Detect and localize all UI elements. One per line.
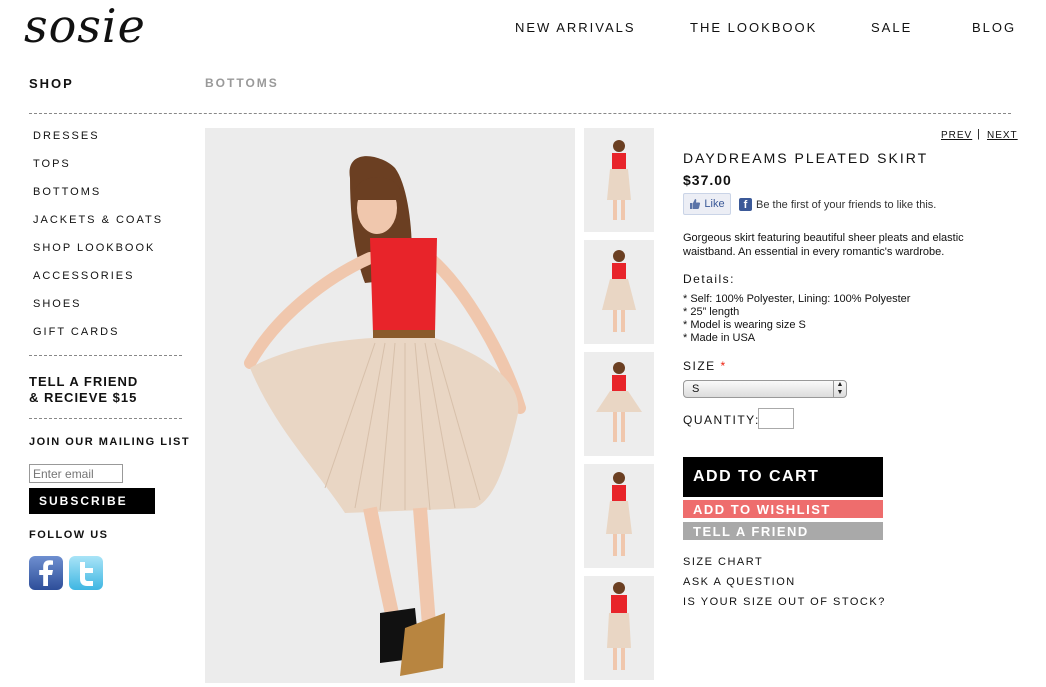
list-item: * Self: 100% Polyester, Lining: 100% Pol… <box>683 293 911 305</box>
follow-us-label: FOLLOW US <box>29 529 109 541</box>
thumbnail-image <box>584 576 654 680</box>
size-chart-link[interactable]: SIZE CHART <box>683 556 763 568</box>
model-photo <box>205 128 575 683</box>
size-label: SIZE * <box>683 359 727 373</box>
thumbnail-image <box>584 128 654 232</box>
select-arrows-icon: ▲ ▼ <box>833 381 846 397</box>
add-to-cart-button[interactable]: ADD TO CART <box>683 457 883 497</box>
nav-sale[interactable]: SALE <box>871 20 912 35</box>
list-item: * Made in USA <box>683 332 756 344</box>
list-item: * 25” length <box>683 306 740 318</box>
product-main-image[interactable] <box>205 128 575 683</box>
facebook-small-icon: f <box>739 198 752 211</box>
thumbnail-1[interactable] <box>584 128 654 232</box>
thumbnail-image <box>584 240 654 344</box>
product-title: DAYDREAMS PLEATED SKIRT <box>683 150 929 166</box>
thumbnail-3[interactable] <box>584 352 654 456</box>
breadcrumb-category: BOTTOMS <box>205 76 279 90</box>
promo-line-2: & RECIEVE $15 <box>29 390 138 405</box>
prev-next-separator: | <box>977 128 980 140</box>
product-price: $37.00 <box>683 172 732 188</box>
sidebar-item-shop-lookbook[interactable]: SHOP LOOKBOOK <box>33 242 155 254</box>
nav-blog[interactable]: BLOG <box>972 20 1016 35</box>
email-field[interactable] <box>29 464 123 483</box>
sidebar-item-dresses[interactable]: DRESSES <box>33 130 100 142</box>
thumbnail-image <box>584 464 654 568</box>
subscribe-button[interactable]: SUBSCRIBE <box>29 488 155 514</box>
next-link[interactable]: NEXT <box>987 130 1018 141</box>
sidebar-item-shoes[interactable]: SHOES <box>33 298 82 310</box>
quantity-label: QUANTITY: <box>683 413 760 427</box>
sidebar-divider <box>29 418 182 419</box>
like-label: Like <box>704 198 725 210</box>
quantity-field[interactable] <box>758 408 794 429</box>
details-heading: Details: <box>683 272 736 286</box>
sidebar-item-gift-cards[interactable]: GIFT CARDS <box>33 326 119 338</box>
brand-logo[interactable]: sosie <box>24 2 146 50</box>
thumbs-up-icon <box>690 199 701 209</box>
facebook-like-button[interactable]: Like <box>683 193 731 215</box>
promo-line-1: TELL A FRIEND <box>29 374 139 389</box>
required-mark: * <box>720 359 727 373</box>
prev-link[interactable]: PREV <box>941 130 972 141</box>
size-label-text: SIZE <box>683 359 716 373</box>
twitter-icon[interactable] <box>69 556 103 590</box>
like-social-text: Be the first of your friends to like thi… <box>756 199 937 211</box>
ask-question-link[interactable]: ASK A QUESTION <box>683 576 796 588</box>
sidebar-item-tops[interactable]: TOPS <box>33 158 71 170</box>
header-divider <box>29 113 1011 114</box>
tell-a-friend-promo[interactable]: TELL A FRIEND & RECIEVE $15 <box>29 374 138 406</box>
nav-the-lookbook[interactable]: THE LOOKBOOK <box>690 20 817 35</box>
thumbnail-2[interactable] <box>584 240 654 344</box>
size-out-of-stock-link[interactable]: IS YOUR SIZE OUT OF STOCK? <box>683 596 886 608</box>
tell-a-friend-button[interactable]: TELL A FRIEND <box>683 522 883 540</box>
sidebar-item-jackets-coats[interactable]: JACKETS & COATS <box>33 214 163 226</box>
size-select[interactable]: S ▲ ▼ <box>683 380 847 398</box>
sidebar-divider <box>29 355 182 356</box>
nav-new-arrivals[interactable]: NEW ARRIVALS <box>515 20 636 35</box>
breadcrumb-shop[interactable]: SHOP <box>29 76 74 91</box>
mailing-list-title: JOIN OUR MAILING LIST <box>29 436 191 448</box>
details-list: * Self: 100% Polyester, Lining: 100% Pol… <box>683 293 910 345</box>
thumbnail-4[interactable] <box>584 464 654 568</box>
product-description: Gorgeous skirt featuring beautiful sheer… <box>683 232 964 258</box>
facebook-icon[interactable] <box>29 556 63 590</box>
thumbnail-image <box>584 352 654 456</box>
size-selected-value: S <box>692 383 700 395</box>
add-to-wishlist-button[interactable]: ADD TO WISHLIST <box>683 500 883 518</box>
sidebar-item-accessories[interactable]: ACCESSORIES <box>33 270 134 282</box>
list-item: * Model is wearing size S <box>683 319 806 331</box>
sidebar-item-bottoms[interactable]: BOTTOMS <box>33 186 101 198</box>
thumbnail-5[interactable] <box>584 576 654 680</box>
